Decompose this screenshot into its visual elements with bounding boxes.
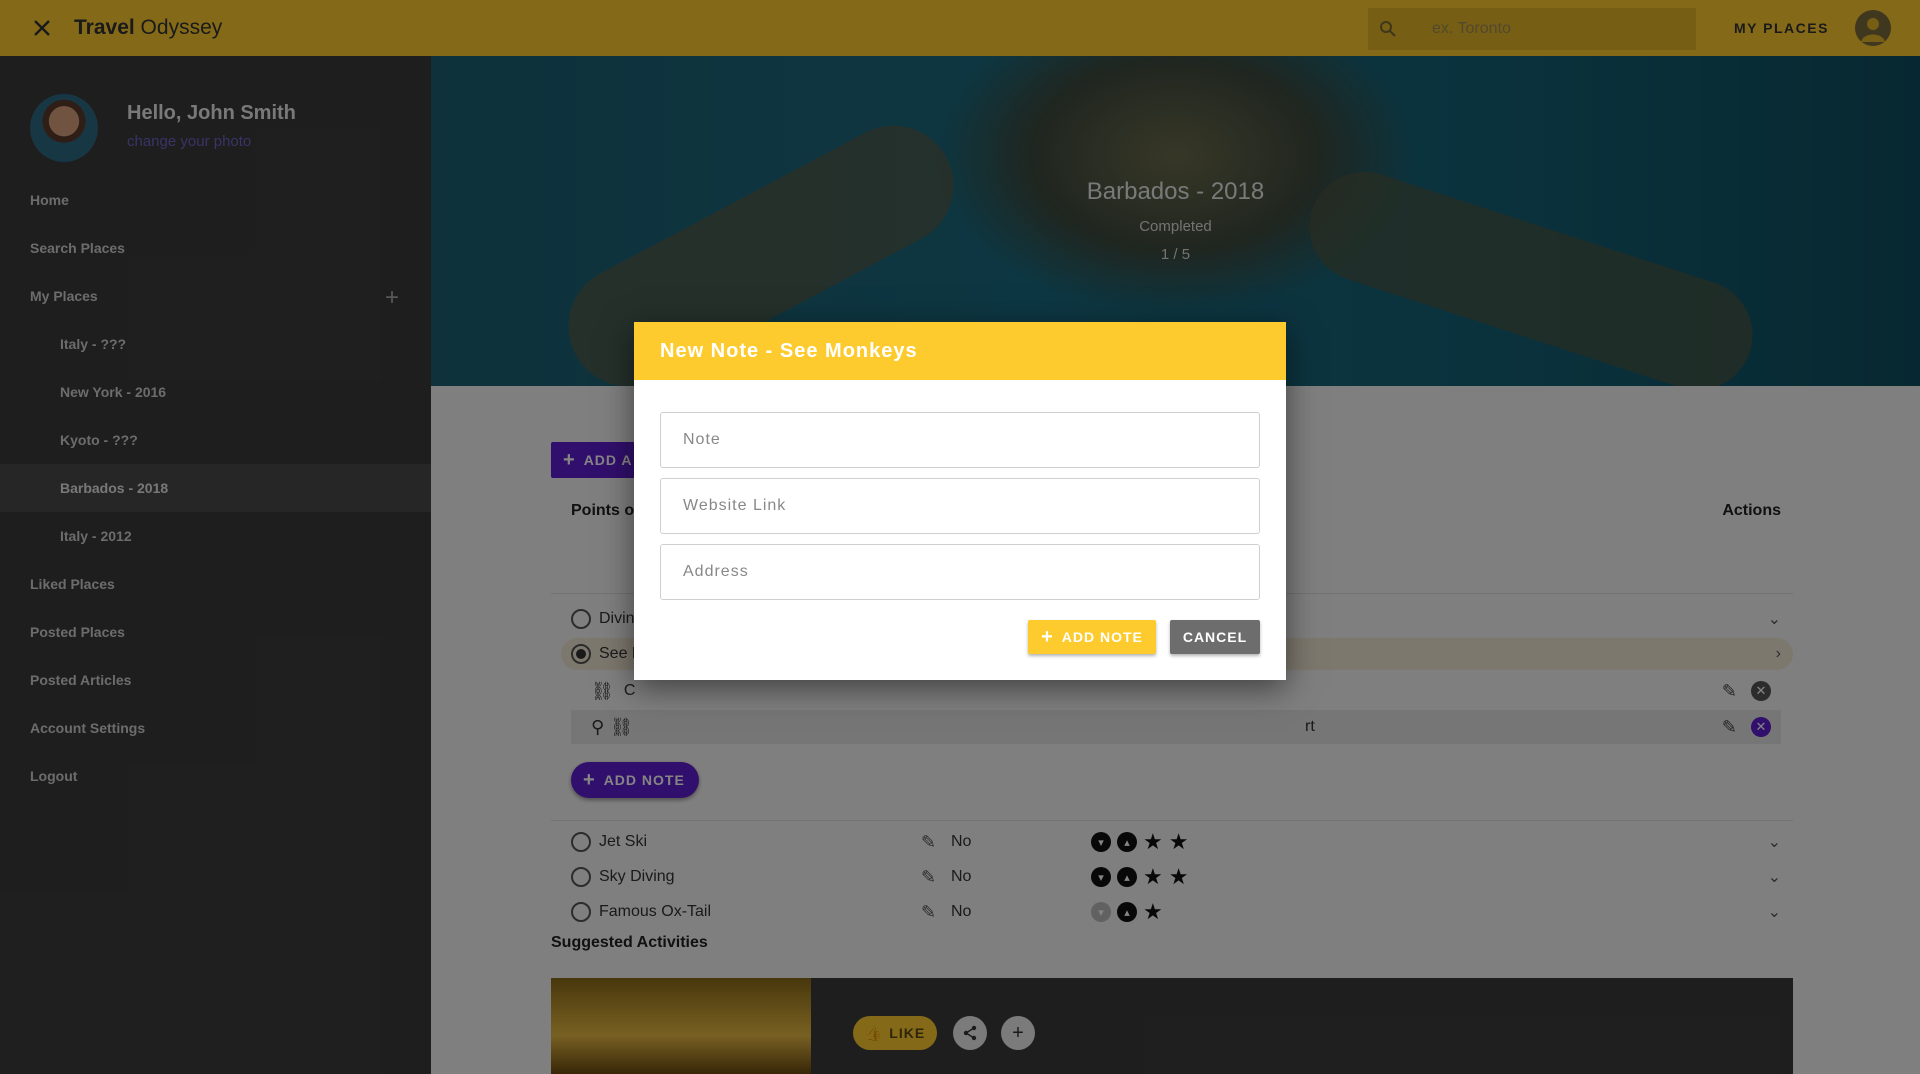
address-field[interactable] [660,544,1260,600]
dialog-title: New Note - See Monkeys [634,322,1286,380]
new-note-dialog: New Note - See Monkeys + ADD NOTE CANCEL [634,322,1286,680]
note-input[interactable] [683,431,1243,449]
address-input[interactable] [683,563,1243,581]
note-field[interactable] [660,412,1260,468]
dialog-cancel-button[interactable]: CANCEL [1170,620,1260,654]
dialog-add-note-button[interactable]: + ADD NOTE [1028,620,1156,654]
website-link-field[interactable] [660,478,1260,534]
website-link-input[interactable] [683,497,1243,515]
plus-icon: + [1041,625,1054,648]
dialog-add-note-label: ADD NOTE [1061,629,1143,645]
